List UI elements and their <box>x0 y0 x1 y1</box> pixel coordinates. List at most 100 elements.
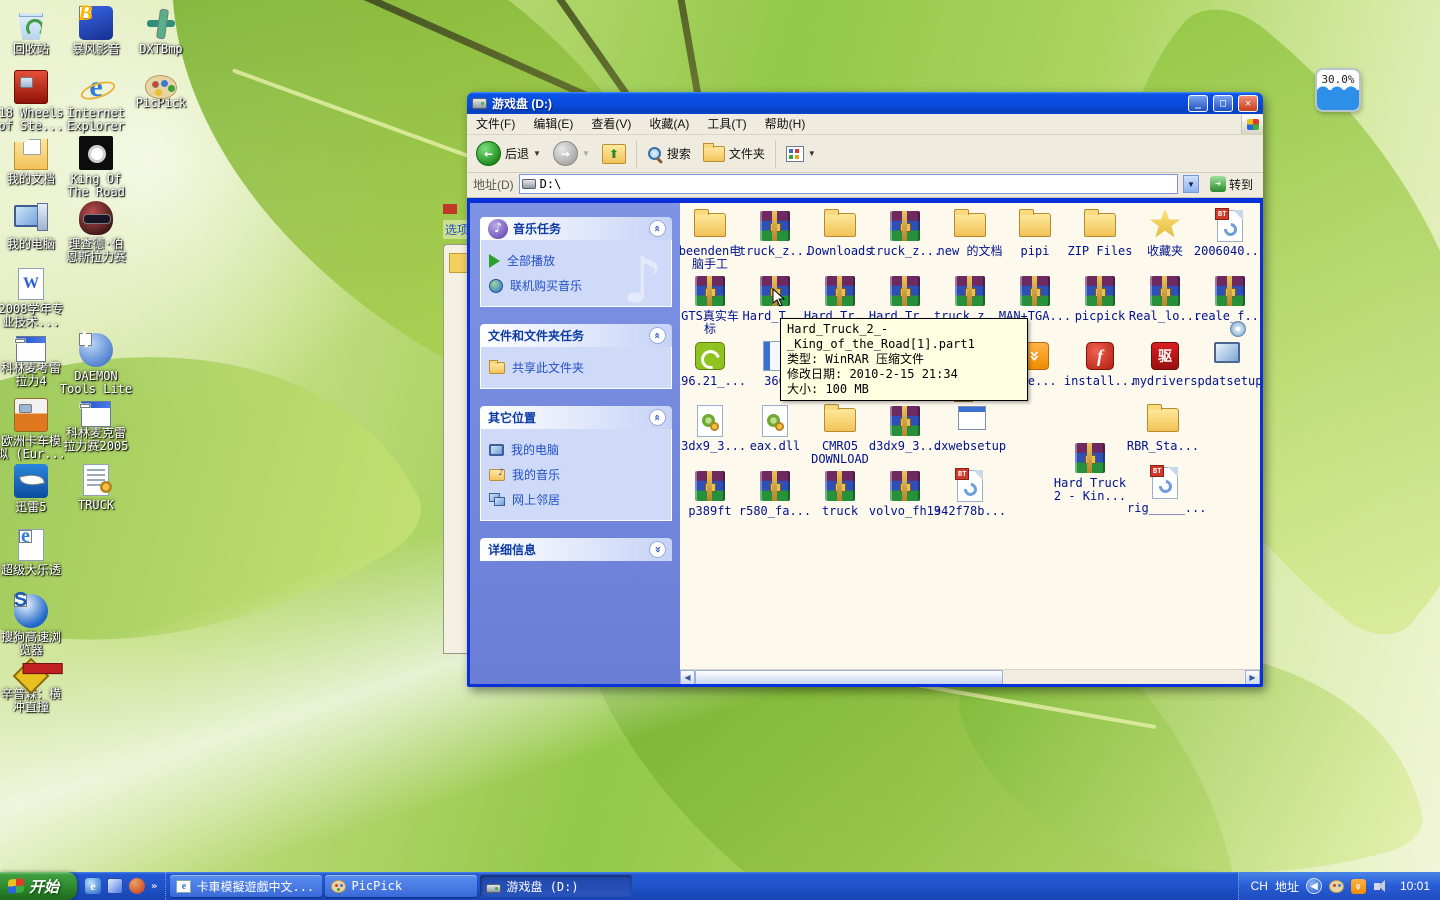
folders-button[interactable]: 文件夹 <box>698 138 770 170</box>
search-button[interactable]: 搜索 <box>642 138 696 170</box>
desktop-icon[interactable]: 搜狗高速浏 览器 <box>0 594 73 657</box>
storm-player-icon[interactable] <box>129 878 145 894</box>
start-button[interactable]: 开始 <box>0 872 77 900</box>
up-button[interactable] <box>597 138 631 170</box>
file-list-area[interactable]: ◀ ▶ beenden电 脑手工truck_z...Downloadstruck… <box>680 203 1260 684</box>
scrollbar-thumb[interactable] <box>695 670 1003 684</box>
horizontal-scrollbar[interactable]: ◀ ▶ <box>680 669 1260 684</box>
file-item[interactable]: reale_f... <box>1192 274 1260 323</box>
menu-v[interactable]: 查看(V) <box>582 115 640 133</box>
file-item[interactable]: dxwebsetup <box>932 404 1008 453</box>
file-item[interactable]: Hard Truck 2 - Kin... <box>1052 441 1128 503</box>
folder-icon <box>694 213 726 237</box>
address-toolbar-label[interactable]: 地址 <box>1275 878 1299 895</box>
background-dialog-swatch <box>449 253 469 273</box>
desktop-icon[interactable]: 超级大乐透 <box>0 529 73 577</box>
task-panel-header[interactable]: 其它位置« <box>480 406 672 429</box>
bt-swirl <box>961 480 979 498</box>
speaker-icon[interactable] <box>1373 879 1389 894</box>
task-link-play[interactable]: 全部播放 <box>487 248 665 273</box>
maximize-button[interactable]: □ <box>1213 95 1233 112</box>
background-dialog-titlebar-sliver <box>443 204 457 214</box>
chevron-down-icon[interactable]: « <box>649 541 666 558</box>
back-dropdown-icon[interactable]: ▼ <box>533 149 541 158</box>
desktop-icon[interactable]: 科林麦克雷 拉力赛2005 <box>54 398 138 453</box>
nvidia-icon <box>695 342 725 370</box>
menu-a[interactable]: 收藏(A) <box>640 115 698 133</box>
views-dropdown-icon[interactable]: ▼ <box>808 149 816 158</box>
taskbar-task-button[interactable]: 游戏盘 (D:) <box>480 875 632 897</box>
address-dropdown-button[interactable]: ▼ <box>1183 175 1199 193</box>
task-link-network[interactable]: 网上邻居 <box>487 487 665 512</box>
flashget-tray-icon[interactable] <box>1351 879 1366 894</box>
task-panel-title: 音乐任务 <box>513 220 649 237</box>
desktop-icon-label: 科林麦克雷 拉力赛2005 <box>54 427 138 453</box>
folder-icon <box>952 209 988 243</box>
task-panel-header[interactable]: 音乐任务« <box>480 217 672 240</box>
desktop-icon[interactable]: 2008学年专 业技术... <box>0 268 73 329</box>
task-link-my-computer[interactable]: 我的电脑 <box>487 437 665 462</box>
scrollbar-track[interactable] <box>695 670 1245 684</box>
rar-archive-icon <box>887 469 923 503</box>
file-item[interactable]: 2006040... <box>1192 209 1260 258</box>
ie-icon[interactable] <box>85 878 101 894</box>
taskbar-task-button[interactable]: PicPick <box>325 875 477 897</box>
dxtbmp-icon <box>144 6 178 40</box>
scroll-right-arrow[interactable]: ▶ <box>1245 670 1260 684</box>
task-panel-header[interactable]: 文件和文件夹任务« <box>480 324 672 347</box>
taskbar-task-button[interactable]: 卡車模擬遊戲中文... <box>170 875 322 897</box>
chevron-left-icon[interactable]: ◀ <box>1306 878 1322 894</box>
clock[interactable]: 10:01 <box>1396 879 1430 893</box>
mydrivers-icon <box>1147 339 1183 373</box>
file-item[interactable]: RBR_Sta... <box>1125 404 1201 453</box>
picpick-tray-icon[interactable] <box>1329 880 1344 893</box>
folders-icon <box>703 146 725 162</box>
language-indicator[interactable]: CH <box>1251 879 1268 893</box>
media-player-icon[interactable] <box>107 878 123 894</box>
close-button[interactable]: ✕ <box>1238 95 1258 112</box>
task-link-globe[interactable]: 联机购买音乐 <box>487 273 665 298</box>
menu-f[interactable]: 文件(F) <box>467 115 524 133</box>
drive-icon <box>522 179 536 189</box>
desktop-icon[interactable]: TRUCK <box>54 464 138 512</box>
desktop-icon[interactable]: 辛普森：横 冲直撞 <box>0 659 73 714</box>
menu-h[interactable]: 帮助(H) <box>756 115 815 133</box>
menu-t[interactable]: 工具(T) <box>698 115 755 133</box>
rar-archive-icon <box>822 274 858 308</box>
rar-archive-icon <box>1215 276 1245 306</box>
rar-archive-icon <box>695 276 725 306</box>
desktop-icon[interactable]: PicPick <box>119 70 203 110</box>
chevron-up-icon[interactable]: « <box>649 327 666 344</box>
forward-button[interactable]: → ▼ <box>548 138 595 170</box>
go-button[interactable]: ➜ 转到 <box>1204 174 1259 195</box>
minimize-button[interactable]: _ <box>1188 95 1208 112</box>
desktop-icon-label: TRUCK <box>54 499 138 512</box>
chevron-up-icon[interactable]: « <box>649 409 666 426</box>
go-label: 转到 <box>1229 176 1253 193</box>
file-item[interactable]: rig_____... <box>1127 466 1203 515</box>
desktop-icon[interactable]: King Of The Road <box>54 136 138 199</box>
desktop-icon[interactable]: DAEMON Tools Lite <box>54 333 138 396</box>
address-combo[interactable]: D:\ <box>519 174 1178 194</box>
menu-bar: 文件(F)编辑(E)查看(V)收藏(A)工具(T)帮助(H) <box>467 114 1263 135</box>
file-item[interactable]: pdatsetup <box>1192 339 1260 388</box>
address-label: 地址(D) <box>473 176 514 193</box>
window-titlebar[interactable]: 游戏盘 (D:) _ □ ✕ <box>467 92 1263 114</box>
quick-launch-overflow-chevron[interactable]: » <box>151 881 157 892</box>
views-button[interactable]: ▼ <box>781 138 821 170</box>
pda-setup-icon <box>1212 339 1248 373</box>
task-panel-header[interactable]: 详细信息« <box>480 538 672 561</box>
desktop-icon[interactable]: DXTBmp <box>119 6 203 56</box>
usage-gauge-widget[interactable]: 30.0% <box>1315 68 1361 112</box>
task-link-music-folder[interactable]: 我的音乐 <box>487 462 665 487</box>
back-button[interactable]: ← 后退 ▼ <box>471 138 546 170</box>
menu-e[interactable]: 编辑(E) <box>524 115 582 133</box>
rar-archive-icon <box>695 471 725 501</box>
address-value[interactable]: D:\ <box>540 177 1175 191</box>
task-link-share-folder[interactable]: 共享此文件夹 <box>487 355 665 380</box>
file-item[interactable]: 942f78b... <box>932 469 1008 518</box>
task-panel: 文件和文件夹任务« 共享此文件夹 <box>480 324 672 389</box>
chevron-up-icon[interactable]: « <box>649 220 666 237</box>
scroll-left-arrow[interactable]: ◀ <box>680 670 695 684</box>
desktop-icon[interactable]: 理查德·伯 恩斯拉力赛 <box>54 201 138 264</box>
